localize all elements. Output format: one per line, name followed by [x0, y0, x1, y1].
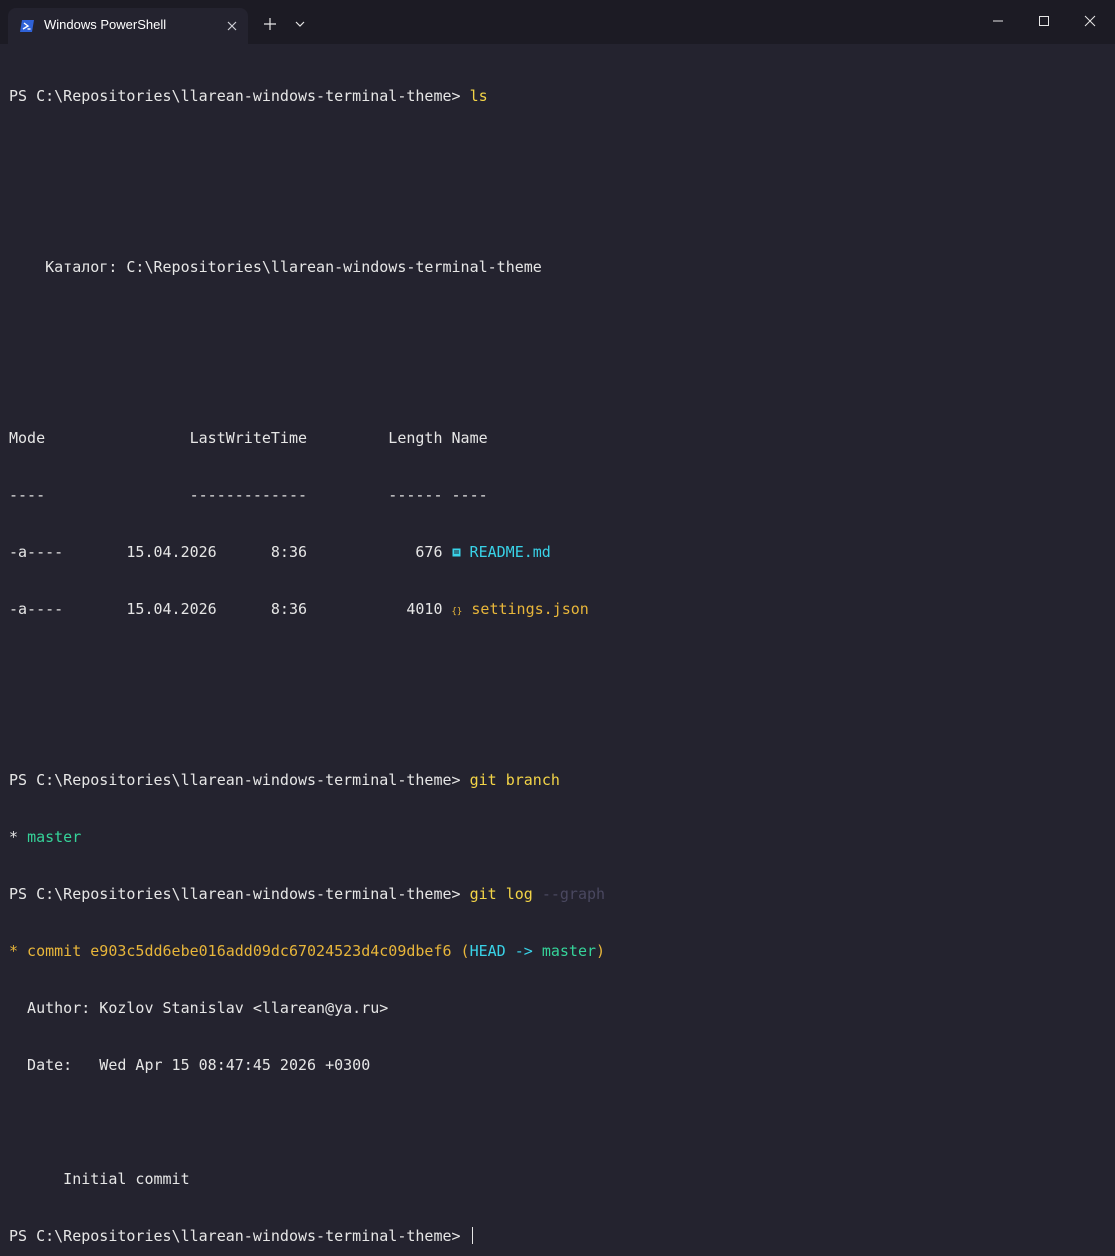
listing-header-rule: ---- ------------- ------ ---- — [9, 486, 488, 504]
commit-ref-close: ) — [596, 942, 606, 960]
commit-hash: * commit e903c5dd6ebe016add09dc67024523d… — [9, 942, 461, 960]
prompt: PS C:\Repositories\llarean-windows-termi… — [9, 1227, 470, 1245]
powershell-icon — [19, 18, 35, 34]
prompt: PS C:\Repositories\llarean-windows-termi… — [9, 771, 470, 789]
tab-windows-powershell[interactable]: Windows PowerShell — [8, 8, 248, 44]
text-cursor — [471, 1227, 473, 1244]
minimize-icon[interactable] — [975, 6, 1021, 36]
command-git-log: git log — [469, 885, 542, 903]
commit-message: Initial commit — [9, 1170, 190, 1188]
file-name: settings.json — [471, 600, 589, 618]
new-tab-plus-icon[interactable] — [260, 14, 280, 34]
file-meta: -a---- 15.04.2026 8:36 4010 — [9, 600, 452, 618]
commit-branch: master — [541, 942, 597, 960]
branch-marker: * — [9, 828, 28, 846]
commit-head: HEAD -> — [469, 942, 542, 960]
chevron-down-icon[interactable] — [291, 14, 309, 34]
maximize-icon[interactable] — [1021, 6, 1067, 36]
prompt-line[interactable]: PS C:\Repositories\llarean-windows-termi… — [9, 1227, 1109, 1246]
date-line: Date: Wed Apr 15 08:47:45 2026 +0300 — [9, 1056, 371, 1074]
tab-title: Windows PowerShell — [44, 17, 167, 32]
prompt-line: PS C:\Repositories\llarean-windows-termi… — [9, 771, 1109, 790]
branch-name: master — [27, 828, 82, 846]
json-file-icon: {} — [451, 607, 463, 617]
listing-header: Mode LastWriteTime Length Name — [9, 429, 488, 447]
author-line: Author: Kozlov Stanislav <llarean@ya.ru> — [9, 999, 389, 1017]
terminal-window: Windows PowerShell PS C:\Repositories\ll… — [0, 0, 1115, 1245]
file-name: README.md — [469, 543, 551, 561]
prompt: PS C:\Repositories\llarean-windows-termi… — [9, 885, 470, 903]
close-icon[interactable] — [1067, 6, 1113, 36]
terminal-output[interactable]: PS C:\Repositories\llarean-windows-termi… — [9, 49, 1109, 1245]
commit-ref-open: ( — [460, 942, 470, 960]
command-ls: ls — [469, 87, 488, 105]
prompt-line: PS C:\Repositories\llarean-windows-termi… — [9, 885, 1109, 904]
prompt: PS C:\Repositories\llarean-windows-termi… — [9, 87, 470, 105]
file-meta: -a---- 15.04.2026 8:36 676 — [9, 543, 452, 561]
tab-close-icon[interactable] — [223, 17, 241, 35]
command-arg-graph: --graph — [541, 885, 606, 903]
directory-line: Каталог: C:\Repositories\llarean-windows… — [9, 258, 542, 276]
commit-line: * commit e903c5dd6ebe016add09dc67024523d… — [9, 942, 1109, 961]
markdown-file-icon — [452, 543, 461, 557]
file-row: -a---- 15.04.2026 8:36 676 README.md — [9, 543, 1109, 562]
branch-line: * master — [9, 828, 1109, 847]
title-bar[interactable]: Windows PowerShell — [0, 0, 1115, 44]
prompt-line: PS C:\Repositories\llarean-windows-termi… — [9, 87, 1109, 106]
file-row: -a---- 15.04.2026 8:36 4010 {} settings.… — [9, 600, 1109, 619]
command-git-branch: git branch — [469, 771, 560, 789]
